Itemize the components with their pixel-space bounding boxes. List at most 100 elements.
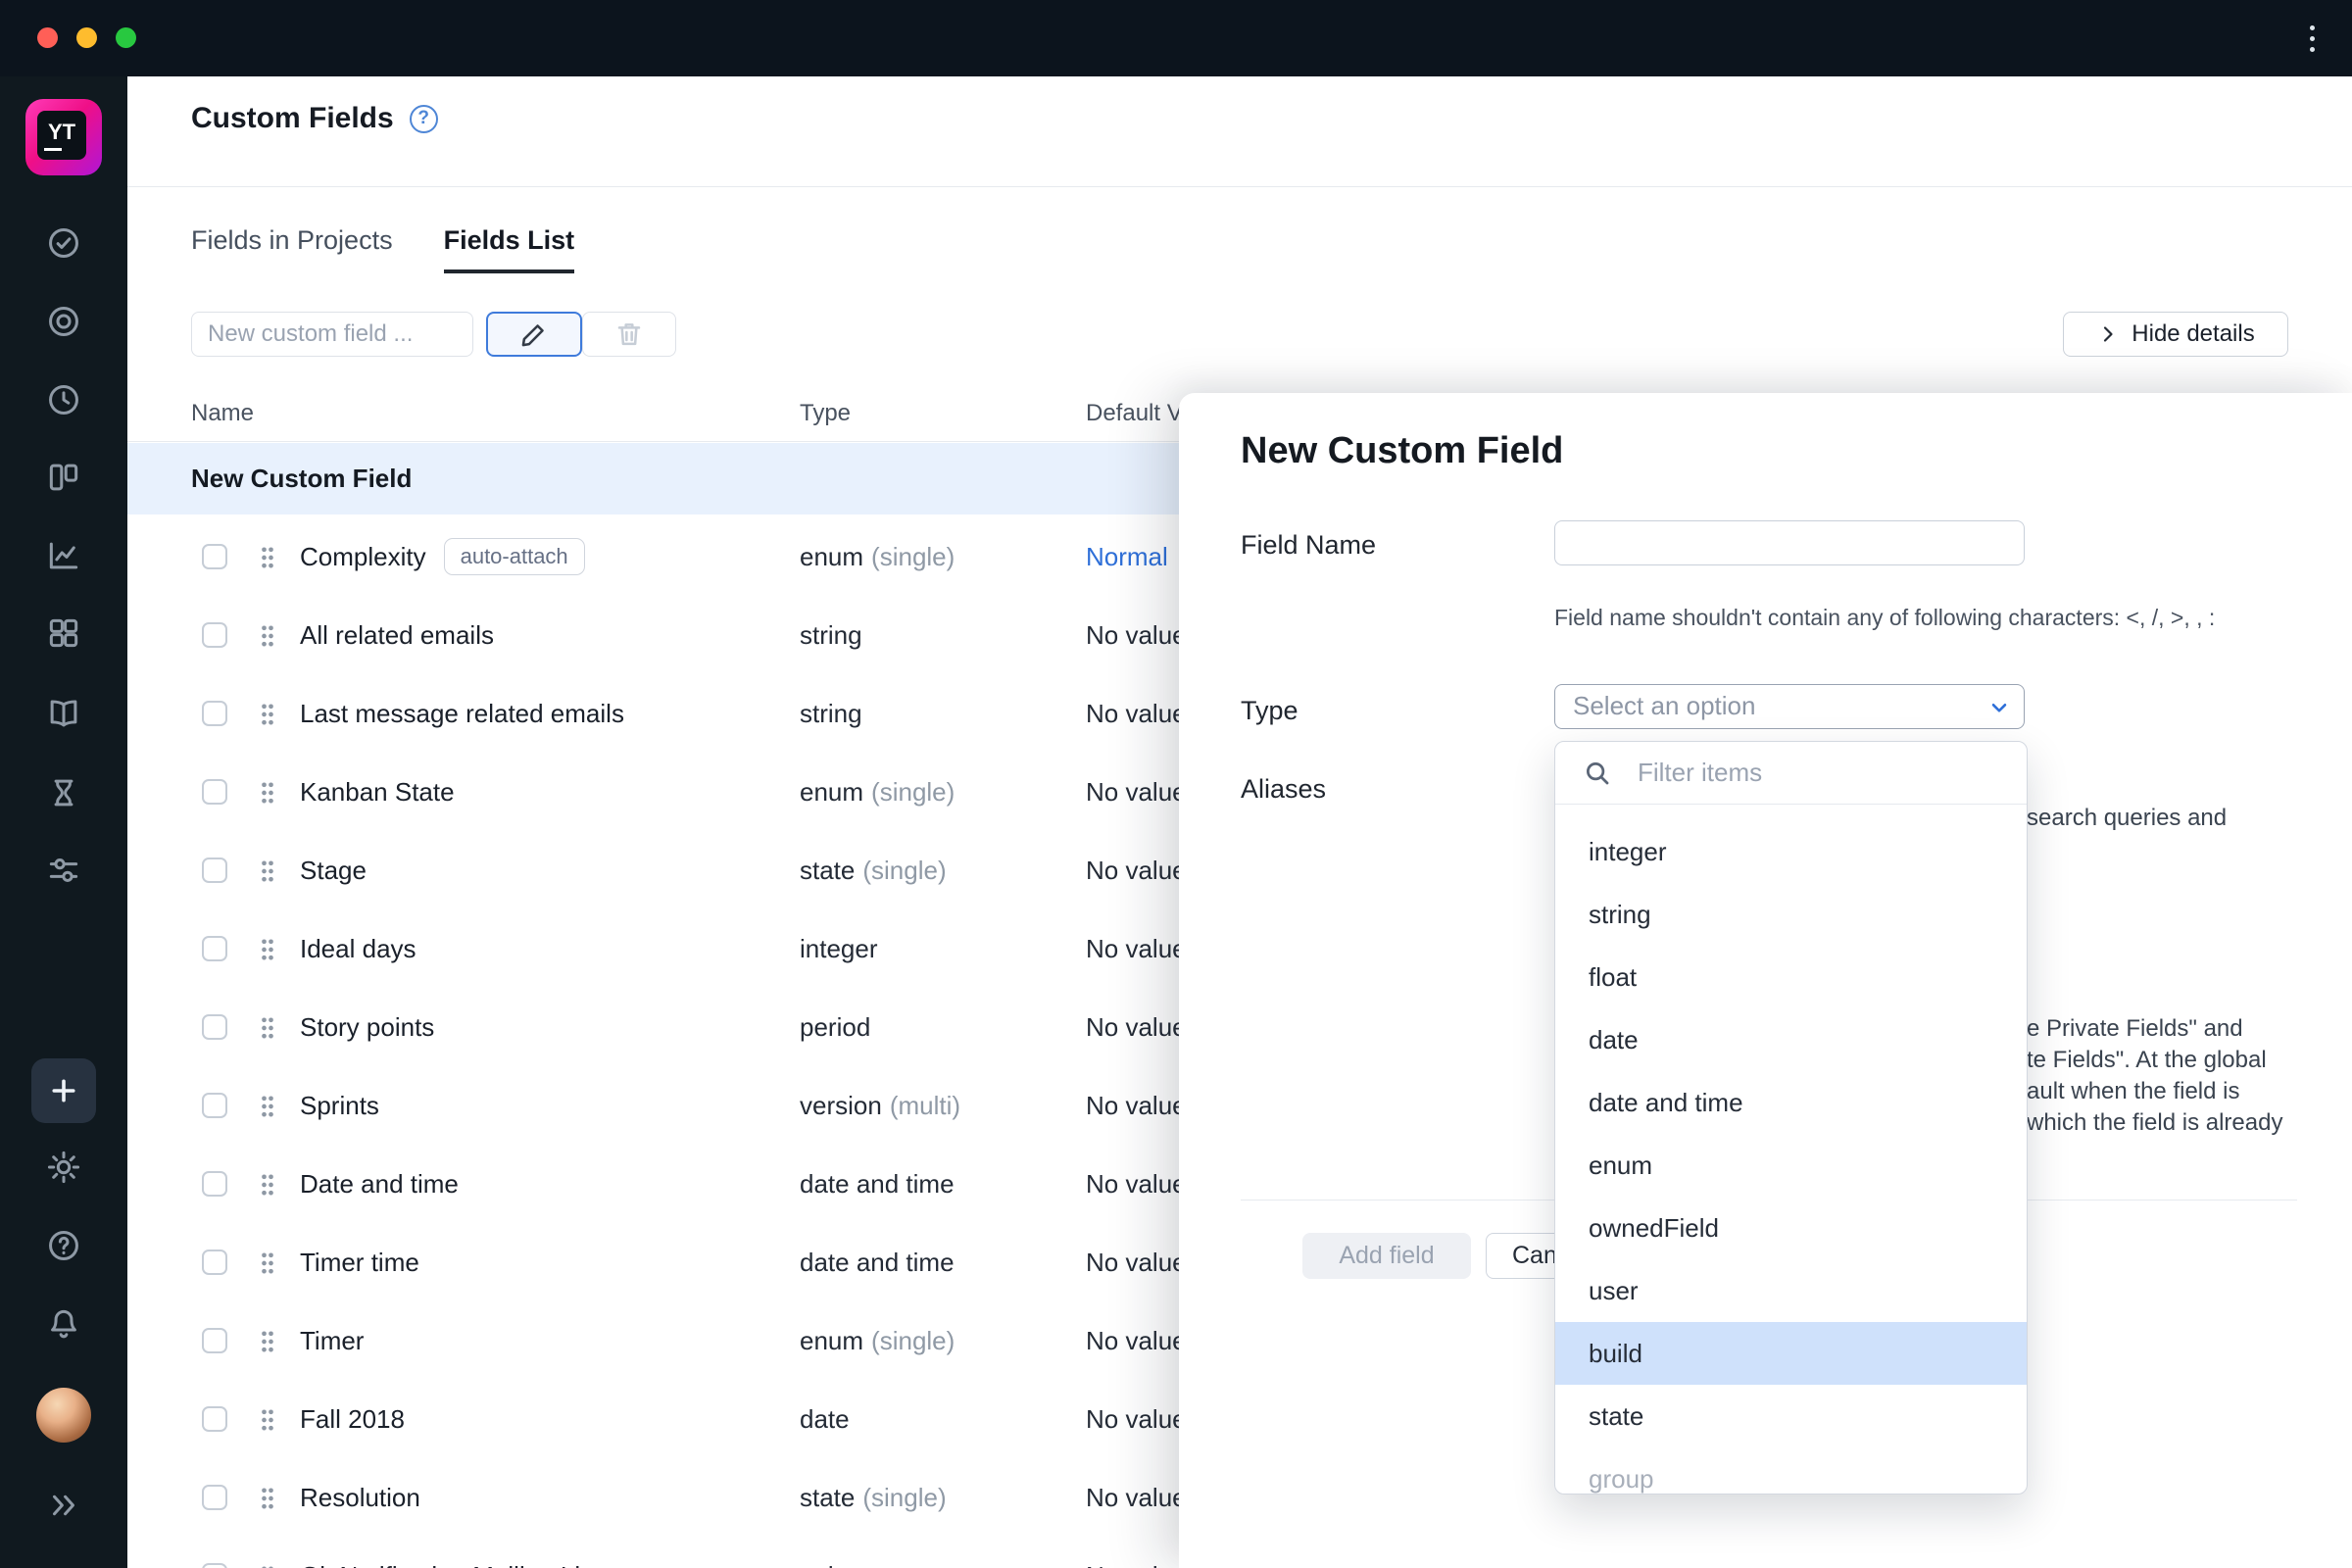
field-name-cell: Sprints: [300, 1090, 379, 1120]
drag-handle-icon[interactable]: [259, 1093, 276, 1120]
row-checkbox[interactable]: [202, 1250, 227, 1275]
row-checkbox[interactable]: [202, 1406, 227, 1432]
row-checkbox[interactable]: [202, 701, 227, 726]
row-checkbox[interactable]: [202, 544, 227, 569]
field-default-cell: No value: [1086, 1091, 1187, 1120]
row-checkbox[interactable]: [202, 858, 227, 883]
field-name-cell: All related emails: [300, 619, 494, 650]
field-name-cell: Git Notification Mailing List: [300, 1537, 600, 1568]
titlebar: [0, 0, 2352, 76]
sidebar: YT: [0, 76, 127, 1568]
field-type-cell: string: [800, 1537, 870, 1568]
new-custom-field-input[interactable]: [191, 312, 473, 357]
field-name-cell: Last message related emails: [300, 698, 624, 728]
row-checkbox[interactable]: [202, 1171, 227, 1197]
drag-handle-icon[interactable]: [259, 1563, 276, 1568]
field-name-cell: Date and time: [300, 1168, 459, 1199]
bell-icon[interactable]: [45, 1305, 82, 1343]
field-name-input[interactable]: [1554, 520, 2025, 565]
auto-attach-badge: auto-attach: [443, 538, 585, 575]
dropdown-option-group[interactable]: group: [1555, 1447, 2027, 1494]
minimize-window-icon[interactable]: [76, 27, 97, 48]
zoom-window-icon[interactable]: [116, 27, 136, 48]
field-name-cell: Complexity auto-attach: [300, 517, 585, 596]
help-circle-icon[interactable]: ?: [409, 104, 438, 133]
clock-icon[interactable]: [45, 381, 82, 418]
drag-handle-icon[interactable]: [259, 858, 276, 885]
field-default-cell: No value: [1086, 1248, 1187, 1277]
field-name-hint: Field name shouldn't contain any of foll…: [1554, 605, 2216, 630]
new-item-button[interactable]: [31, 1058, 96, 1123]
field-type-cell: enum (single): [800, 777, 956, 807]
expand-icon[interactable]: [45, 1487, 82, 1524]
drag-handle-icon[interactable]: [259, 936, 276, 963]
field-type-cell: date and time: [800, 1248, 955, 1277]
row-checkbox[interactable]: [202, 1563, 227, 1568]
type-label: Type: [1241, 696, 1298, 725]
dropdown-option-state[interactable]: state: [1555, 1385, 2027, 1447]
row-checkbox[interactable]: [202, 1014, 227, 1040]
drag-handle-icon[interactable]: [259, 1250, 276, 1277]
dropdown-option-ownedField[interactable]: ownedField: [1555, 1197, 2027, 1259]
row-checkbox[interactable]: [202, 622, 227, 648]
field-type-cell: version (multi): [800, 1091, 961, 1120]
drag-handle-icon[interactable]: [259, 1014, 276, 1042]
row-checkbox[interactable]: [202, 936, 227, 961]
target-icon[interactable]: [45, 303, 82, 340]
details-panel: New Custom Field Field Name Field name s…: [1179, 393, 2352, 1568]
field-type-cell: integer: [800, 934, 878, 963]
youtrack-logo[interactable]: YT: [25, 99, 102, 175]
row-checkbox[interactable]: [202, 1093, 227, 1118]
search-icon: [1583, 759, 1612, 788]
tab-fields-list[interactable]: Fields List: [443, 225, 575, 273]
dropdown-option-enum[interactable]: enum: [1555, 1134, 2027, 1197]
drag-handle-icon[interactable]: [259, 1328, 276, 1355]
dropdown-option-user[interactable]: user: [1555, 1259, 2027, 1322]
field-default-cell: No value: [1086, 777, 1187, 807]
row-checkbox[interactable]: [202, 1485, 227, 1510]
row-checkbox[interactable]: [202, 779, 227, 805]
close-window-icon[interactable]: [37, 27, 58, 48]
hide-details-button[interactable]: Hide details: [2063, 312, 2288, 357]
drag-handle-icon[interactable]: [259, 1171, 276, 1199]
field-default-cell: No value: [1086, 699, 1187, 728]
drag-handle-icon[interactable]: [259, 701, 276, 728]
book-icon[interactable]: [45, 695, 82, 732]
drag-handle-icon[interactable]: [259, 1485, 276, 1512]
grid-icon[interactable]: [45, 614, 82, 652]
help-icon[interactable]: [45, 1227, 82, 1264]
drag-handle-icon[interactable]: [259, 779, 276, 807]
dropdown-option-integer[interactable]: integer: [1555, 820, 2027, 883]
dropdown-option-string[interactable]: string: [1555, 883, 2027, 946]
type-select-placeholder: Select an option: [1573, 691, 1756, 720]
row-checkbox[interactable]: [202, 1328, 227, 1353]
sliders-icon[interactable]: [45, 852, 82, 889]
chart-icon[interactable]: [45, 537, 82, 574]
type-select[interactable]: Select an option: [1554, 684, 2025, 729]
drag-handle-icon[interactable]: [259, 1406, 276, 1434]
dropdown-option-build[interactable]: build: [1555, 1322, 2027, 1385]
field-name-cell: Kanban State: [300, 776, 455, 807]
kebab-menu-icon[interactable]: [2293, 20, 2330, 57]
field-default-cell: No value: [1086, 1483, 1187, 1512]
filter-items-input[interactable]: [1638, 742, 2010, 803]
dropdown-option-date-and-time[interactable]: date and time: [1555, 1071, 2027, 1134]
field-type-cell: state (single): [800, 1483, 947, 1512]
edit-button[interactable]: [486, 312, 582, 357]
add-field-button[interactable]: Add field: [1302, 1233, 1471, 1279]
dropdown-option-float[interactable]: float: [1555, 946, 2027, 1008]
logo-text: YT: [47, 120, 76, 144]
tab-fields-in-projects[interactable]: Fields in Projects: [191, 225, 393, 273]
delete-button[interactable]: [582, 312, 676, 357]
field-default-cell[interactable]: Normal: [1086, 517, 1168, 596]
board-icon[interactable]: [45, 459, 82, 496]
drag-handle-icon[interactable]: [259, 544, 276, 571]
field-type-cell: state (single): [800, 856, 947, 885]
field-default-cell: No value: [1086, 1537, 1187, 1568]
dropdown-option-date[interactable]: date: [1555, 1008, 2027, 1071]
gear-icon[interactable]: [45, 1149, 82, 1186]
hourglass-icon[interactable]: [45, 774, 82, 811]
tasks-icon[interactable]: [45, 224, 82, 262]
drag-handle-icon[interactable]: [259, 622, 276, 650]
avatar[interactable]: [36, 1388, 91, 1443]
